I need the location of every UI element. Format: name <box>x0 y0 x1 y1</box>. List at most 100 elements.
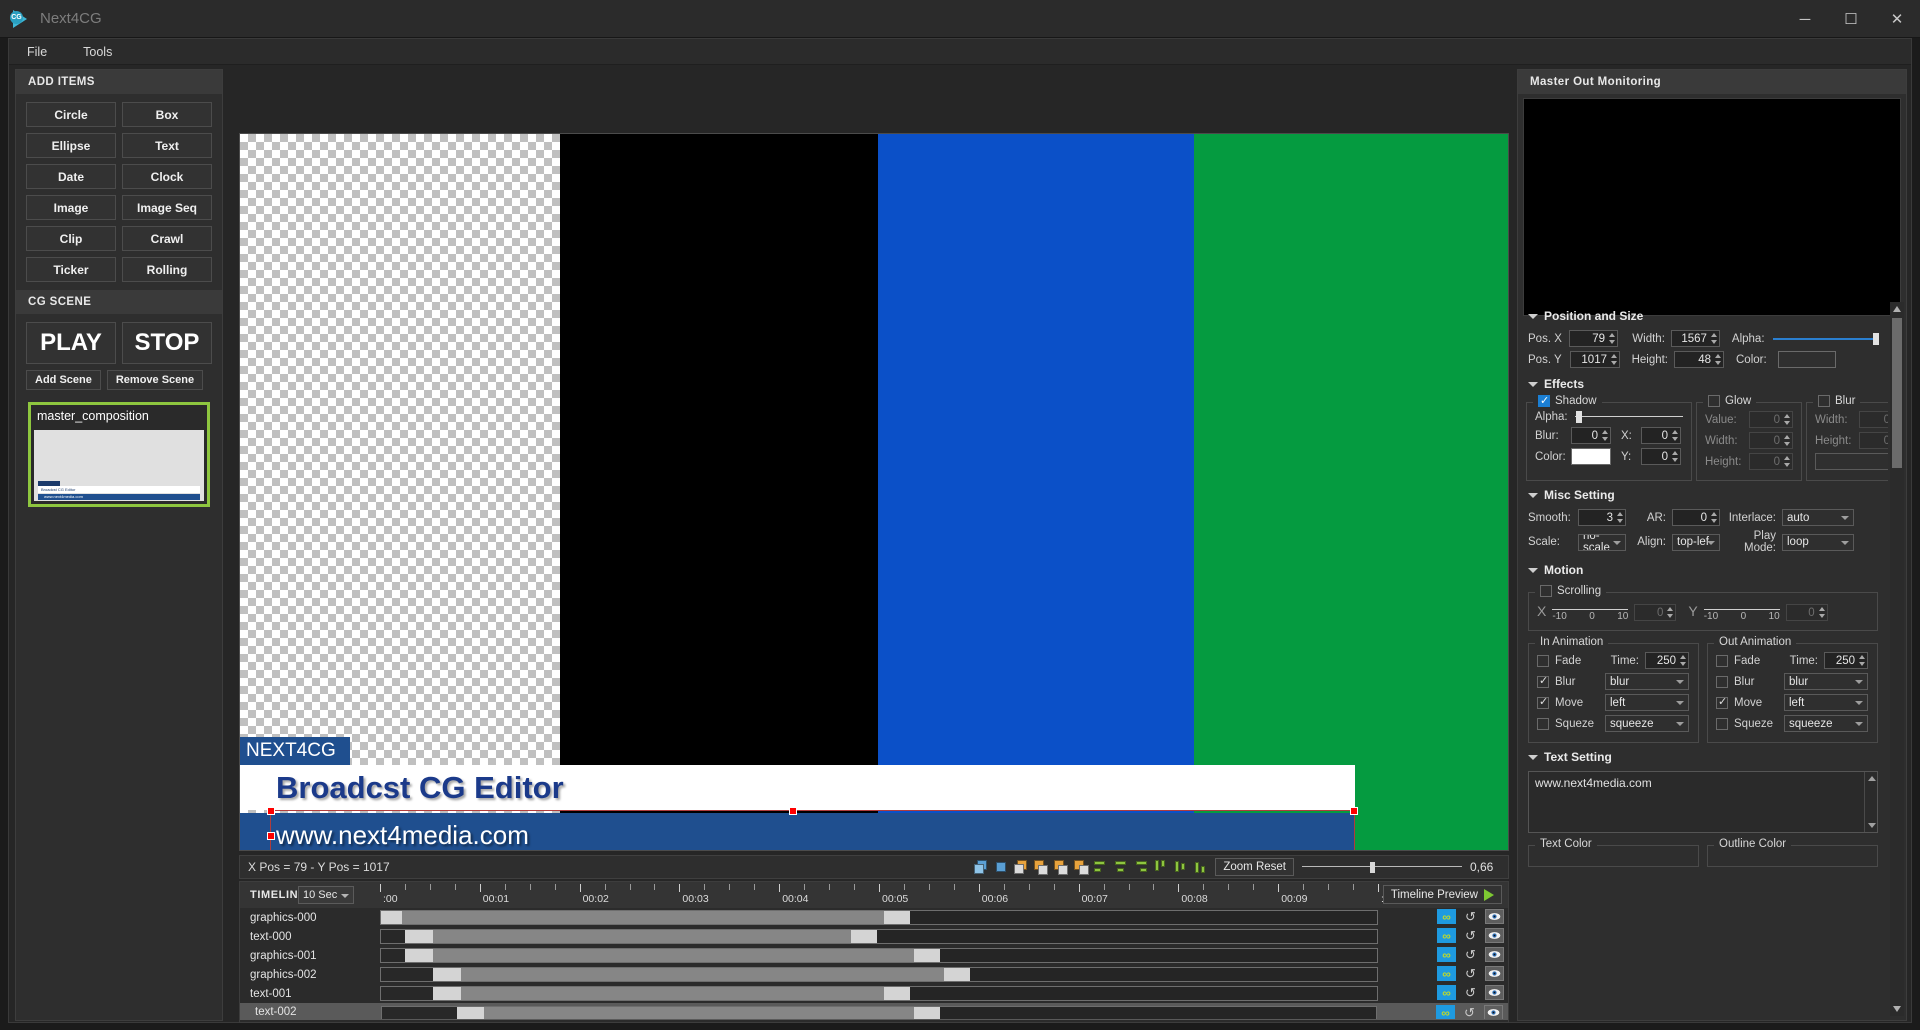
loop-icon[interactable]: ∞ <box>1437 985 1456 1000</box>
zoom-slider-knob[interactable] <box>1370 862 1375 873</box>
scroll-down-icon[interactable] <box>1868 823 1876 828</box>
align-left-icon[interactable] <box>1094 860 1109 875</box>
shadow-alpha-slider[interactable] <box>1575 411 1683 423</box>
add-date-button[interactable]: Date <box>26 164 116 189</box>
blur-checkbox[interactable] <box>1818 395 1830 407</box>
maximize-button[interactable]: ☐ <box>1828 0 1874 38</box>
shadow-color-swatch[interactable] <box>1571 448 1611 465</box>
align-center-icon[interactable] <box>1114 860 1129 875</box>
resize-handle-left[interactable] <box>267 832 275 840</box>
pos-x-input[interactable]: 79 <box>1569 330 1618 347</box>
clip-out-handle[interactable] <box>851 930 877 943</box>
group-icon[interactable] <box>1054 860 1069 875</box>
timeline-ruler[interactable]: :0000:0100:0200:0300:0400:0500:0600:0700… <box>380 882 1378 908</box>
text-content-textarea[interactable]: www.next4media.com <box>1528 771 1878 833</box>
reset-icon[interactable]: ↺ <box>1462 985 1479 1000</box>
loop-icon[interactable]: ∞ <box>1437 966 1456 981</box>
timeline-track-row[interactable]: graphics-002∞↺ <box>240 965 1508 984</box>
properties-scrollbar[interactable] <box>1890 302 1904 1016</box>
out-blur-checkbox[interactable] <box>1716 676 1728 688</box>
out-move-select[interactable]: left <box>1784 694 1868 711</box>
in-move-checkbox[interactable] <box>1537 697 1549 709</box>
out-time-input[interactable]: 250 <box>1824 652 1868 669</box>
smooth-input[interactable]: 3 <box>1578 509 1626 526</box>
scroll-up-icon[interactable] <box>1893 306 1901 312</box>
add-image-seq-button[interactable]: Image Seq <box>122 195 212 220</box>
clip-lead-segment[interactable] <box>381 949 405 962</box>
clip-lead-segment[interactable] <box>381 968 433 981</box>
clip-out-handle[interactable] <box>914 949 940 962</box>
clip-in-handle[interactable] <box>433 968 461 981</box>
pos-y-input[interactable]: 1017 <box>1570 351 1620 368</box>
align-top-icon[interactable] <box>1154 860 1169 875</box>
shadow-alpha-knob[interactable] <box>1576 411 1582 423</box>
add-circle-button[interactable]: Circle <box>26 102 116 127</box>
shadow-y-input[interactable]: 0 <box>1641 448 1681 465</box>
clip-lead-segment[interactable] <box>381 987 433 1000</box>
clip-in-handle[interactable] <box>405 949 433 962</box>
clip-body[interactable] <box>433 930 851 943</box>
stop-button[interactable]: STOP <box>122 322 212 364</box>
bring-to-front-icon[interactable] <box>974 860 989 875</box>
send-backward-icon[interactable] <box>1034 860 1049 875</box>
shadow-x-input[interactable]: 0 <box>1641 427 1681 444</box>
text-color-group[interactable]: Text Color <box>1528 845 1699 867</box>
add-box-button[interactable]: Box <box>122 102 212 127</box>
remove-scene-button[interactable]: Remove Scene <box>107 370 203 390</box>
glow-checkbox[interactable] <box>1708 395 1720 407</box>
clip-out-handle[interactable] <box>944 968 970 981</box>
motion-y-slider[interactable]: -10 0 10 <box>1704 603 1780 622</box>
eye-icon[interactable] <box>1485 909 1504 924</box>
in-move-select[interactable]: left <box>1605 694 1689 711</box>
overlay-tag-label[interactable]: NEXT4CG <box>240 737 350 765</box>
align-select[interactable]: top-lef <box>1672 534 1720 551</box>
add-image-button[interactable]: Image <box>26 195 116 220</box>
width-input[interactable]: 1567 <box>1671 330 1720 347</box>
timeline-duration-select[interactable]: 10 Sec <box>298 886 354 904</box>
add-ellipse-button[interactable]: Ellipse <box>26 133 116 158</box>
track-clip-bar[interactable] <box>380 948 1378 963</box>
scrollbar-thumb[interactable] <box>1892 318 1902 468</box>
track-clip-bar[interactable] <box>381 1006 1377 1020</box>
reset-icon[interactable]: ↺ <box>1462 966 1479 981</box>
zoom-slider[interactable] <box>1302 861 1462 873</box>
resize-handle-tr[interactable] <box>1350 807 1358 815</box>
in-fade-checkbox[interactable] <box>1537 655 1549 667</box>
bring-forward-icon[interactable] <box>1014 860 1029 875</box>
timeline-track-row[interactable]: text-000∞↺ <box>240 927 1508 946</box>
scroll-up-icon[interactable] <box>1868 776 1876 781</box>
interlace-select[interactable]: auto <box>1782 509 1854 526</box>
textarea-scrollbar[interactable] <box>1864 772 1877 832</box>
close-button[interactable]: ✕ <box>1874 0 1920 38</box>
overlay-title-bar[interactable]: Broadcst CG Editor <box>240 765 1355 810</box>
scrolling-checkbox[interactable] <box>1540 585 1552 597</box>
eye-icon[interactable] <box>1484 1005 1503 1020</box>
scroll-down-icon[interactable] <box>1893 1006 1901 1012</box>
effects-section-header[interactable]: Effects <box>1518 370 1888 396</box>
timeline-track-row[interactable]: graphics-000∞↺ <box>240 908 1508 927</box>
track-clip-bar[interactable] <box>380 929 1378 944</box>
clip-body[interactable] <box>402 911 884 924</box>
height-input[interactable]: 48 <box>1674 351 1724 368</box>
add-scene-button[interactable]: Add Scene <box>26 370 101 390</box>
outline-color-group[interactable]: Outline Color <box>1707 845 1878 867</box>
align-middle-icon[interactable] <box>1174 860 1189 875</box>
clip-in-handle[interactable] <box>457 1007 485 1020</box>
in-blur-select[interactable]: blur <box>1605 673 1689 690</box>
minimize-button[interactable]: ─ <box>1782 0 1828 38</box>
ar-input[interactable]: 0 <box>1672 509 1720 526</box>
clip-out-handle[interactable] <box>884 911 910 924</box>
text-setting-section-header[interactable]: Text Setting <box>1518 743 1888 769</box>
play-mode-select[interactable]: loop <box>1782 534 1854 551</box>
ungroup-icon[interactable] <box>1074 860 1089 875</box>
eye-icon[interactable] <box>1485 985 1504 1000</box>
in-squeze-checkbox[interactable] <box>1537 718 1549 730</box>
selection-box[interactable] <box>270 810 1355 851</box>
glow-width-input[interactable]: 0 <box>1749 432 1793 449</box>
in-squeze-select[interactable]: squeeze <box>1605 715 1689 732</box>
motion-x-slider[interactable]: -10 0 10 <box>1552 603 1628 622</box>
reset-icon[interactable]: ↺ <box>1462 947 1479 962</box>
out-blur-select[interactable]: blur <box>1784 673 1868 690</box>
resize-handle-top[interactable] <box>789 807 797 815</box>
misc-setting-section-header[interactable]: Misc Setting <box>1518 481 1888 507</box>
